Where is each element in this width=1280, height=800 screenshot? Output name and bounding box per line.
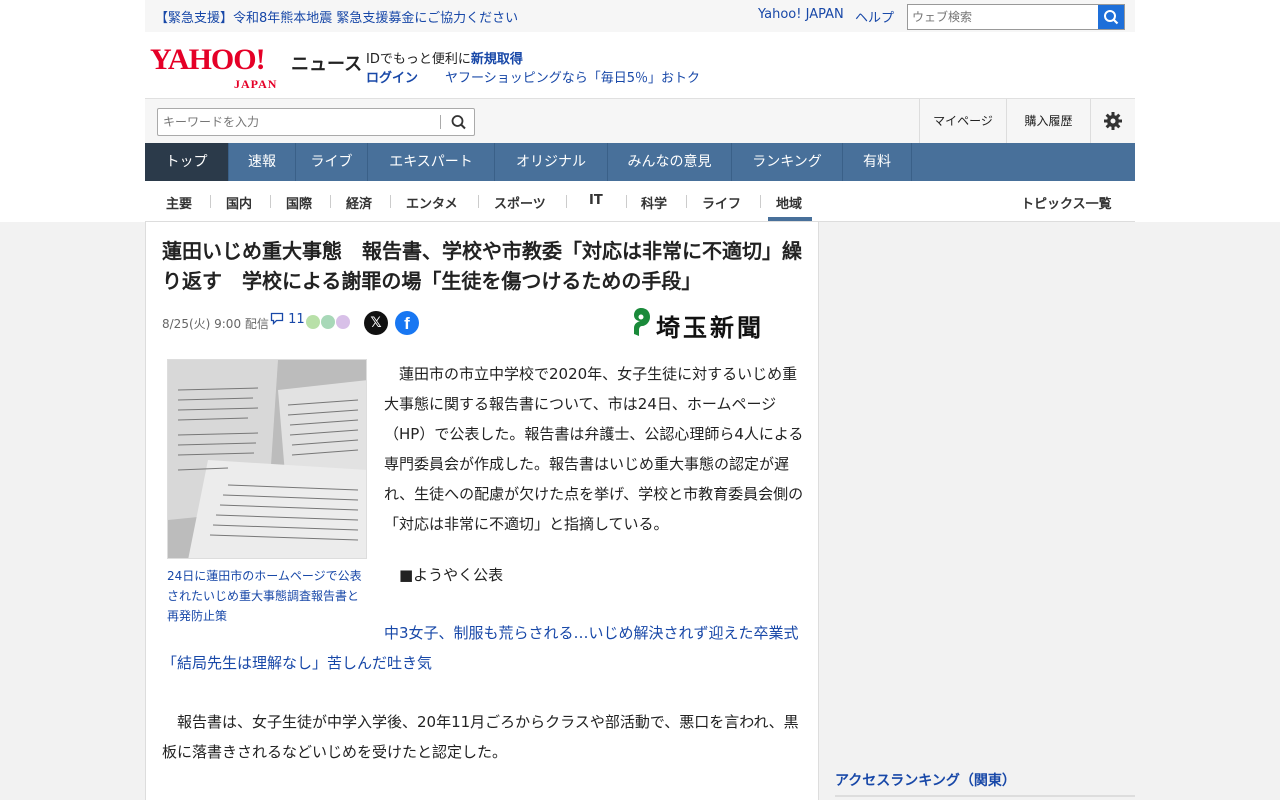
article-datetime: 8/25(火) 9:00 配信 xyxy=(162,317,269,331)
tab-opinions[interactable]: みんなの意見 xyxy=(608,143,732,181)
category-main[interactable]: 主要 xyxy=(166,193,192,212)
category-life[interactable]: ライフ xyxy=(702,193,741,212)
reaction-faces xyxy=(306,314,351,333)
nav-divider xyxy=(566,195,567,208)
search-divider xyxy=(440,115,441,129)
nav-divider xyxy=(270,195,271,208)
article: 蓮田いじめ重大事態 報告書、学校や市教委「対応は非常に不適切」繰り返す 学校によ… xyxy=(145,222,819,800)
main-nav: トップ 速報 ライブ エキスパート オリジナル みんなの意見 ランキング 有料 xyxy=(145,143,1135,181)
tab-original[interactable]: オリジナル xyxy=(495,143,608,181)
active-category-indicator xyxy=(768,217,812,221)
tab-expert[interactable]: エキスパート xyxy=(368,143,495,181)
category-nav: 主要 国内 国際 経済 エンタメ スポーツ IT 科学 ライフ 地域 トピックス… xyxy=(145,181,1135,222)
reaction-face-icon xyxy=(321,315,335,329)
nav-divider xyxy=(478,195,479,208)
search-icon xyxy=(451,115,466,130)
ranking-divider xyxy=(835,795,1135,797)
nav-divider xyxy=(686,195,687,208)
shopping-promo-link[interactable]: ヤフーショッピングなら「毎日5％」おトク xyxy=(445,67,700,86)
related-article-link[interactable]: 中3女子、制服も荒らされる…いじめ解決されず迎えた卒業式「結局先生は理解なし」苦… xyxy=(162,618,804,678)
category-sports[interactable]: スポーツ xyxy=(494,193,546,212)
publisher-logo[interactable]: 埼玉新聞 xyxy=(630,306,805,342)
web-search-button[interactable] xyxy=(1098,5,1124,29)
keyword-search-box xyxy=(157,108,475,136)
gear-icon xyxy=(1104,112,1122,130)
settings-button[interactable] xyxy=(1090,99,1135,144)
id-prompt: IDでもっと便利に新規取得 xyxy=(366,48,523,67)
category-science[interactable]: 科学 xyxy=(641,193,667,212)
mypage-link[interactable]: マイページ xyxy=(919,99,1006,144)
reaction-face-icon xyxy=(306,315,320,329)
share-x-button[interactable]: 𝕏 xyxy=(364,311,388,335)
article-paragraph: 報告書は、女子生徒が中学入学後、20年11月ごろからクラスや部活動で、悪口を言わ… xyxy=(162,713,799,761)
document-photo-image xyxy=(168,360,366,558)
category-it[interactable]: IT xyxy=(589,193,603,208)
share-facebook-button[interactable]: f xyxy=(395,311,419,335)
nav-divider xyxy=(626,195,627,208)
keyword-search-button[interactable] xyxy=(444,109,474,135)
nav-divider xyxy=(210,195,211,208)
comment-icon xyxy=(270,312,284,326)
nav-divider xyxy=(760,195,761,208)
photo-caption[interactable]: 24日に蓮田市のホームページで公表されたいじめ重大事態調査報告書と再発防止策 xyxy=(167,566,367,626)
emergency-donation-link[interactable]: 【緊急支援】令和8年熊本地震 緊急支援募金にご協力ください xyxy=(155,7,518,26)
purchase-history-link[interactable]: 購入履歴 xyxy=(1006,99,1090,144)
publisher-name: 埼玉新聞 xyxy=(656,313,764,342)
access-ranking-title: アクセスランキング（関東） xyxy=(835,773,1016,789)
category-entertainment[interactable]: エンタメ xyxy=(406,193,458,212)
category-international[interactable]: 国際 xyxy=(286,193,312,212)
category-local[interactable]: 地域 xyxy=(776,193,802,212)
site-header: YAHOO! JAPAN ニュース IDでもっと便利に新規取得 ログイン ヤフー… xyxy=(145,32,1135,98)
nav-divider xyxy=(390,195,391,208)
tab-breaking[interactable]: 速報 xyxy=(229,143,296,181)
emergency-bar: 【緊急支援】令和8年熊本地震 緊急支援募金にご協力ください Yahoo! JAP… xyxy=(145,0,1135,32)
topics-list-link[interactable]: トピックス一覧 xyxy=(1021,193,1112,212)
logo-main: YAHOO! xyxy=(150,43,266,76)
yahoo-logo[interactable]: YAHOO! JAPAN xyxy=(150,43,290,91)
logo-sub: JAPAN xyxy=(234,77,278,91)
x-logo-icon: 𝕏 xyxy=(370,315,382,331)
yahoo-japan-link[interactable]: Yahoo! JAPAN xyxy=(758,7,844,22)
publisher-mark-icon xyxy=(634,308,650,336)
service-name[interactable]: ニュース xyxy=(291,50,362,76)
register-link[interactable]: 新規取得 xyxy=(471,52,523,67)
category-economy[interactable]: 経済 xyxy=(346,193,372,212)
comment-count: 11 xyxy=(288,312,305,327)
tab-paid[interactable]: 有料 xyxy=(843,143,912,181)
category-domestic[interactable]: 国内 xyxy=(226,193,252,212)
login-link[interactable]: ログイン xyxy=(366,67,418,86)
tab-ranking[interactable]: ランキング xyxy=(732,143,843,181)
article-subheading: ■ようやく公表 xyxy=(384,566,504,584)
help-link[interactable]: ヘルプ xyxy=(855,7,894,26)
search-row: マイページ 購入履歴 xyxy=(145,98,1135,144)
article-photo[interactable] xyxy=(167,359,367,559)
keyword-search-input[interactable] xyxy=(158,109,440,135)
nav-divider xyxy=(330,195,331,208)
comment-link[interactable]: 11 xyxy=(270,312,305,327)
tab-top[interactable]: トップ xyxy=(145,143,229,181)
web-search-box xyxy=(907,4,1125,30)
id-prompt-text: IDでもっと便利に xyxy=(366,52,471,67)
article-lead-paragraph: 蓮田市の市立中学校で2020年、女子生徒に対するいじめ重大事態に関する報告書につ… xyxy=(384,365,804,533)
reaction-face-icon xyxy=(336,315,350,329)
tab-live[interactable]: ライブ xyxy=(296,143,368,181)
web-search-input[interactable] xyxy=(908,5,1099,29)
article-headline: 蓮田いじめ重大事態 報告書、学校や市教委「対応は非常に不適切」繰り返す 学校によ… xyxy=(162,239,802,293)
search-icon xyxy=(1104,10,1119,25)
facebook-logo-icon: f xyxy=(404,314,410,333)
